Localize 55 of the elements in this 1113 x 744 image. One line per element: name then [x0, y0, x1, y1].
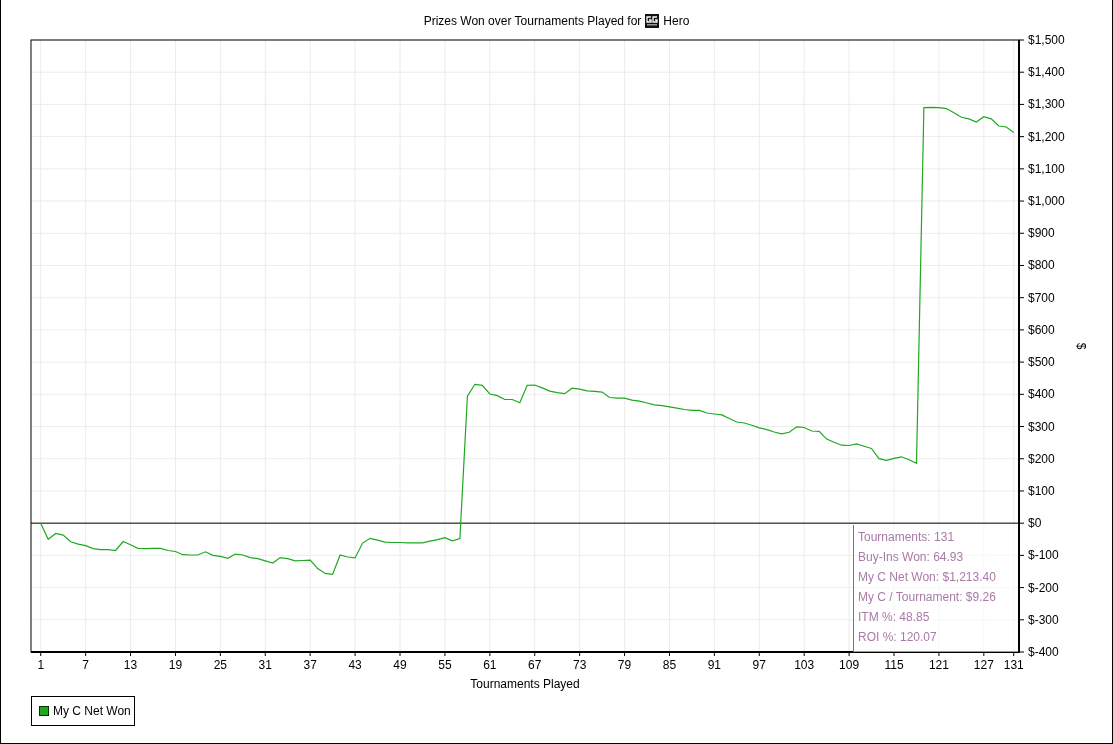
stat-line: ROI %: 120.07	[858, 630, 938, 644]
y-tick-label: $800	[1028, 258, 1055, 273]
x-tick-label: 109	[839, 658, 860, 672]
x-tick-label: 73	[572, 658, 587, 672]
y-tick-label: $1,000	[1028, 194, 1065, 209]
x-tick-label: 37	[303, 658, 317, 672]
x-tick-label: 13	[123, 658, 138, 672]
y-tick-label: $-100	[1028, 548, 1059, 563]
x-tick-label: 43	[348, 658, 362, 672]
y-tick-label: $0	[1028, 516, 1042, 531]
y-tick-label: $-400	[1028, 645, 1059, 659]
y-tick-label: $1,100	[1028, 161, 1065, 176]
x-tick-label: 7	[82, 658, 89, 672]
y-tick-label: $1,400	[1028, 65, 1065, 80]
x-tick-label: 91	[707, 658, 722, 672]
x-tick-label: 1	[37, 658, 45, 672]
x-tick-label: 31	[258, 658, 272, 672]
x-tick-label: 127	[973, 658, 994, 672]
x-tick-label: 121	[928, 658, 949, 672]
stat-line: ITM %: 48.85	[858, 610, 931, 624]
x-tick-label: 85	[662, 658, 677, 672]
x-tick-label: 67	[528, 658, 542, 672]
x-tick-label: 49	[393, 658, 407, 672]
player-name: Hero	[663, 14, 690, 28]
x-tick-label: 103	[794, 658, 815, 672]
y-tick-label: $300	[1028, 419, 1055, 434]
y-tick-label: $1,500	[1028, 34, 1065, 47]
y-tick-label: $1,300	[1028, 97, 1065, 112]
x-axis-title: Tournaments Played	[470, 677, 580, 691]
x-tick-label: 97	[752, 658, 766, 672]
logo-icon	[645, 14, 660, 28]
x-tick-label: 115	[884, 658, 904, 672]
y-tick-label: $500	[1028, 355, 1055, 370]
y-tick-label: $700	[1028, 290, 1055, 305]
x-tick-label: 19	[168, 658, 183, 672]
x-tick-label: 61	[483, 658, 497, 672]
y-tick-label: $200	[1028, 451, 1055, 466]
legend-label: My C Net Won	[53, 704, 131, 718]
stat-line: Tournaments: 131	[858, 530, 956, 544]
chart-title: Prizes Won over Tournaments Played for	[423, 14, 642, 28]
y-axis-title: $	[1074, 342, 1088, 350]
y-tick-label: $-300	[1028, 612, 1059, 627]
y-tick-label: $400	[1028, 387, 1055, 402]
x-tick-label: 79	[617, 658, 632, 672]
stat-line: Buy-Ins Won: 64.93	[858, 550, 965, 564]
x-tick-label: 25	[213, 658, 228, 672]
stat-line: My C Net Won: $1,213.40	[858, 570, 997, 584]
stat-line: My C / Tournament: $9.26	[858, 590, 997, 604]
x-tick-label: 131	[1003, 658, 1024, 672]
y-tick-label: $1,200	[1028, 129, 1065, 144]
x-tick-label: 55	[438, 658, 452, 672]
y-tick-label: $-200	[1028, 580, 1059, 595]
y-tick-label: $100	[1028, 483, 1055, 498]
y-tick-label: $900	[1028, 226, 1055, 241]
y-tick-label: $600	[1028, 322, 1055, 337]
